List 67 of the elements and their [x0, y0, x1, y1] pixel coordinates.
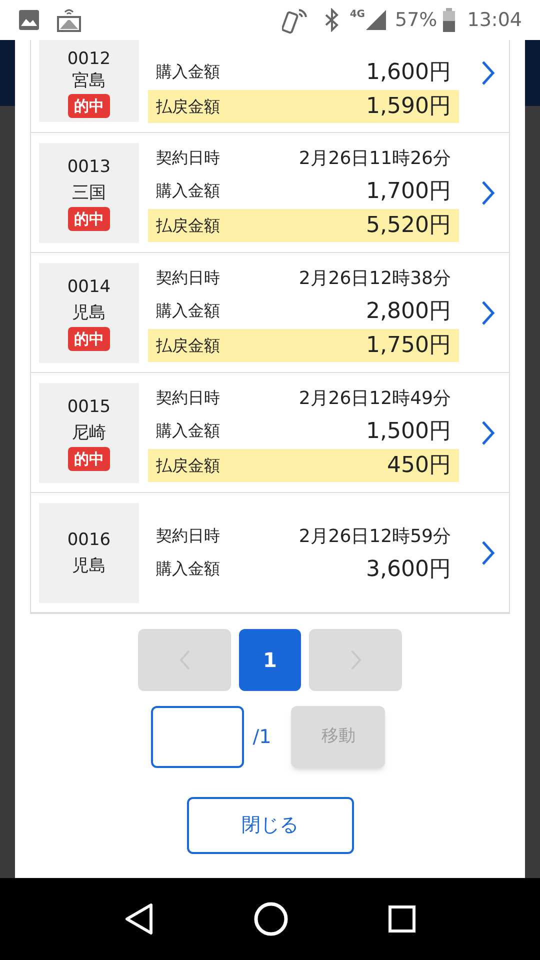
close-button[interactable]: 閉じる	[186, 797, 354, 854]
clock: 13:04	[467, 8, 522, 33]
field-label: 払戻金額	[156, 96, 220, 118]
page-total: /1	[252, 724, 272, 750]
ticket-number: 0012	[67, 49, 111, 69]
field-label: 契約日時	[156, 387, 220, 409]
venue-name: 児島	[72, 302, 106, 325]
venue-name: 児島	[72, 554, 106, 578]
network-type: 4G	[350, 8, 365, 22]
field-label: 契約日時	[156, 525, 220, 547]
ticket-number: 0016	[67, 528, 111, 552]
cell-signal-icon	[365, 9, 387, 31]
page-header-edge	[0, 40, 15, 106]
field-value: 2,800円	[366, 298, 451, 326]
ticket-card[interactable]: 0012 宮島 的中 購入金額 1,600円 払戻金額 1,590円	[31, 40, 509, 133]
hit-badge: 的中	[68, 447, 110, 471]
recents-icon[interactable]	[388, 905, 416, 933]
battery-percent: 57%	[395, 8, 438, 33]
chevron-right-icon	[481, 300, 495, 326]
field-label: 払戻金額	[156, 334, 220, 356]
venue-name: 尼崎	[72, 422, 106, 445]
field-value: 5,520円	[366, 212, 451, 240]
chevron-right-icon	[481, 60, 495, 86]
field-value: 1,590円	[366, 93, 451, 121]
field-value: 1,600円	[366, 58, 451, 86]
hit-badge: 的中	[68, 207, 110, 231]
field-value: 2月26日12時38分	[298, 266, 451, 290]
field-label: 購入金額	[156, 300, 220, 322]
field-value: 1,750円	[366, 332, 451, 360]
field-value: 3,600円	[366, 556, 451, 584]
field-label: 払戻金額	[156, 214, 220, 236]
ticket-card[interactable]: 0014 児島 的中 契約日時 2月26日12時38分 購入金額 2,800円 払戻金額 1,750円	[31, 253, 509, 373]
ticket-card[interactable]: 0015 尼崎 的中 契約日時 2月26日12時49分 購入金額 1,500円 払戻金額 450円	[31, 373, 509, 493]
field-value: 2月26日12時59分	[298, 524, 451, 548]
image-icon	[18, 9, 40, 31]
venue-name: 宮島	[72, 70, 106, 93]
field-label: 購入金額	[156, 558, 220, 580]
field-label: 購入金額	[156, 180, 220, 202]
chevron-right-icon	[481, 420, 495, 446]
ticket-number: 0014	[67, 276, 111, 299]
field-value: 2月26日12時49分	[298, 386, 451, 410]
cast-screen-icon	[56, 7, 82, 33]
chevron-right-icon	[481, 180, 495, 206]
field-label: 契約日時	[156, 147, 220, 169]
back-icon[interactable]	[124, 903, 154, 935]
bluetooth-icon	[324, 8, 340, 32]
field-value: 450円	[387, 452, 451, 480]
battery-icon	[443, 8, 456, 32]
field-label: 契約日時	[156, 267, 220, 289]
ticket-number: 0013	[67, 156, 111, 179]
home-icon[interactable]	[252, 901, 289, 937]
ticket-card[interactable]: 0013 三国 的中 契約日時 2月26日11時26分 購入金額 1,700円 払戻金額 5,520円	[31, 133, 509, 253]
hit-badge: 的中	[68, 327, 110, 351]
field-label: 購入金額	[156, 420, 220, 442]
field-label: 払戻金額	[156, 454, 220, 476]
page-button[interactable]: 1	[239, 629, 301, 691]
hit-badge: 的中	[68, 94, 110, 118]
field-value: 1,700円	[366, 178, 451, 206]
venue-name: 三国	[72, 182, 106, 205]
chevron-right-icon	[481, 540, 495, 566]
ticket-card[interactable]: 0016 児島 契約日時 2月26日12時59分 購入金額 3,600円	[31, 493, 509, 613]
field-value: 1,500円	[366, 418, 451, 446]
field-label: 購入金額	[156, 61, 220, 83]
page-number-field[interactable]	[150, 706, 244, 768]
page-header-edge	[525, 40, 540, 106]
field-value: 2月26日11時26分	[298, 146, 451, 170]
ticket-number: 0015	[67, 396, 111, 419]
